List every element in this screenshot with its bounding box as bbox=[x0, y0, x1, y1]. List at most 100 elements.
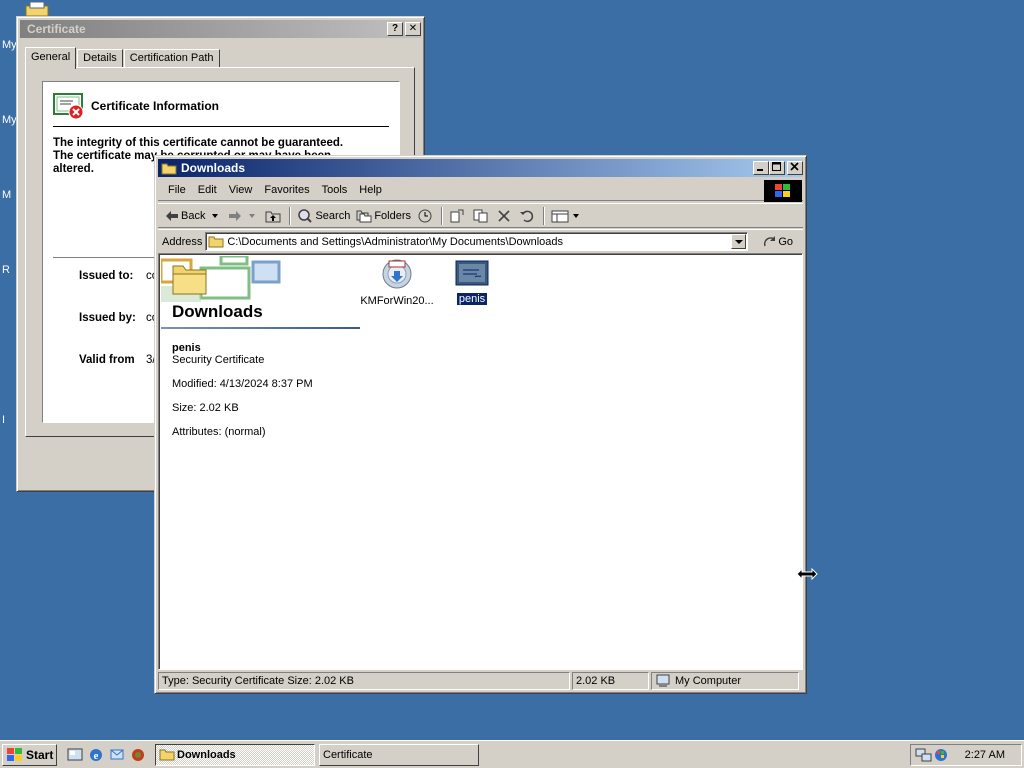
file-item-penis[interactable]: penis bbox=[432, 258, 512, 305]
taskbar-item-downloads[interactable]: Downloads bbox=[155, 743, 315, 766]
file-item-kmforwin[interactable]: KMForWin20... bbox=[357, 258, 437, 307]
folders-label: Folders bbox=[374, 209, 412, 222]
copy-to-icon bbox=[473, 209, 488, 222]
selected-file-attributes: Attributes: (normal) bbox=[172, 426, 266, 438]
chevron-down-icon[interactable] bbox=[571, 212, 581, 220]
media-player-icon[interactable] bbox=[130, 747, 146, 763]
menu-help[interactable]: Help bbox=[353, 182, 388, 198]
start-button[interactable]: Start bbox=[2, 743, 57, 766]
certificate-info-header: Certificate Information bbox=[53, 92, 219, 120]
menu-tools[interactable]: Tools bbox=[316, 182, 354, 198]
start-label: Start bbox=[26, 747, 54, 762]
search-button[interactable]: Search bbox=[294, 208, 353, 224]
delete-icon bbox=[498, 209, 510, 222]
menu-view[interactable]: View bbox=[223, 182, 259, 198]
back-button[interactable]: Back bbox=[162, 209, 225, 223]
maximize-button[interactable] bbox=[769, 161, 785, 175]
undo-icon bbox=[520, 210, 534, 222]
folder-up-icon bbox=[265, 211, 281, 222]
network-icon[interactable] bbox=[915, 747, 933, 763]
status-info: Type: Security Certificate Size: 2.02 KB bbox=[158, 672, 570, 690]
explorer-titlebar[interactable]: Downloads bbox=[158, 159, 803, 177]
menu-bar: File Edit View Favorites Tools Help bbox=[158, 179, 803, 201]
clock[interactable]: 2:27 AM bbox=[965, 749, 1005, 761]
undo-button[interactable] bbox=[516, 208, 540, 224]
status-zone: My Computer bbox=[651, 672, 799, 690]
desktop-icon-label[interactable]: My bbox=[2, 39, 17, 51]
views-button[interactable] bbox=[548, 208, 586, 224]
internet-explorer-icon[interactable]: e bbox=[88, 747, 104, 763]
issued-by-label: Issued by: bbox=[79, 312, 136, 324]
certificate-titlebar[interactable]: Certificate ? ✕ bbox=[20, 20, 421, 38]
taskbar-item-label: Downloads bbox=[177, 748, 236, 761]
folder-icon bbox=[159, 749, 175, 761]
folder-content-pane[interactable]: Downloads penis Security Certificate Mod… bbox=[158, 253, 803, 670]
system-tray: 2:27 AM bbox=[910, 744, 1022, 766]
history-button[interactable] bbox=[414, 208, 438, 224]
menu-edit[interactable]: Edit bbox=[192, 182, 223, 198]
warning-line: The integrity of this certificate cannot… bbox=[53, 137, 344, 149]
tab-certification-path[interactable]: Certification Path bbox=[123, 49, 220, 68]
desktop-icon-label[interactable]: M bbox=[2, 189, 11, 201]
address-input[interactable]: C:\Documents and Settings\Administrator\… bbox=[205, 232, 749, 251]
resize-cursor-icon bbox=[796, 568, 818, 580]
taskbar-item-label: Certificate bbox=[323, 748, 373, 761]
go-label: Go bbox=[778, 235, 794, 248]
my-computer-icon bbox=[656, 674, 670, 687]
chevron-down-icon[interactable] bbox=[210, 212, 220, 220]
valid-from-label: Valid from bbox=[79, 354, 135, 366]
selected-file-size: Size: 2.02 KB bbox=[172, 402, 239, 414]
folders-icon bbox=[356, 210, 372, 222]
show-desktop-icon[interactable] bbox=[67, 747, 83, 763]
svg-text:e: e bbox=[94, 750, 99, 762]
window-title: Downloads bbox=[181, 161, 246, 175]
certificate-error-icon bbox=[53, 93, 84, 120]
back-label: Back bbox=[181, 209, 206, 222]
file-label: KMForWin20... bbox=[360, 295, 434, 307]
close-button[interactable] bbox=[787, 161, 803, 175]
address-label: Address bbox=[162, 235, 203, 248]
delete-button[interactable] bbox=[494, 208, 516, 224]
forward-arrow-icon bbox=[229, 210, 242, 221]
copy-to-button[interactable] bbox=[470, 208, 494, 224]
minimize-button[interactable] bbox=[753, 161, 769, 175]
selected-file-details: penis Security Certificate Modified: 4/1… bbox=[172, 342, 313, 438]
explorer-window[interactable]: Downloads File Edit View Favorites Tools… bbox=[154, 155, 807, 694]
desktop-icon-label[interactable]: My bbox=[2, 114, 17, 126]
outlook-express-icon[interactable] bbox=[109, 747, 125, 763]
help-button[interactable]: ? bbox=[387, 22, 403, 36]
selected-file-type: Security Certificate bbox=[172, 354, 265, 366]
tab-details[interactable]: Details bbox=[77, 49, 123, 68]
history-icon bbox=[418, 209, 432, 222]
issued-to-label: Issued to: bbox=[79, 270, 134, 282]
folders-button[interactable]: Folders bbox=[353, 208, 414, 224]
desktop-icon-label[interactable]: I bbox=[2, 414, 5, 426]
address-dropdown-button[interactable] bbox=[731, 234, 747, 249]
status-zone-label: My Computer bbox=[675, 675, 742, 687]
up-button[interactable] bbox=[262, 208, 286, 224]
window-title: Certificate bbox=[27, 22, 86, 36]
certificate-info-heading: Certificate Information bbox=[91, 99, 220, 113]
move-to-button[interactable] bbox=[446, 208, 470, 224]
taskbar-item-certificate[interactable]: Certificate bbox=[319, 743, 479, 766]
tab-general[interactable]: General bbox=[25, 47, 77, 69]
status-bar: Type: Security Certificate Size: 2.02 KB… bbox=[158, 672, 803, 690]
menu-file[interactable]: File bbox=[162, 182, 192, 198]
desktop-icon-label[interactable]: R bbox=[2, 264, 10, 276]
toolbar-separator bbox=[441, 206, 444, 225]
close-button[interactable]: ✕ bbox=[405, 22, 421, 36]
desktop-documents-icon[interactable] bbox=[24, 2, 50, 16]
menu-favorites[interactable]: Favorites bbox=[258, 182, 315, 198]
selected-file-modified: Modified: 4/13/2024 8:37 PM bbox=[172, 378, 313, 390]
windows-update-icon[interactable] bbox=[933, 747, 949, 763]
chevron-down-icon[interactable] bbox=[247, 212, 257, 220]
forward-button[interactable] bbox=[225, 209, 262, 223]
windows-logo-icon bbox=[764, 180, 802, 202]
address-bar: Address C:\Documents and Settings\Admini… bbox=[158, 229, 803, 253]
go-button[interactable]: Go bbox=[762, 235, 793, 249]
folder-title: Downloads bbox=[172, 302, 263, 321]
divider bbox=[53, 126, 389, 127]
address-value[interactable]: C:\Documents and Settings\Administrator\… bbox=[227, 236, 563, 248]
standard-toolbar: Back Search Folders bbox=[158, 203, 803, 228]
installer-icon bbox=[382, 259, 412, 289]
